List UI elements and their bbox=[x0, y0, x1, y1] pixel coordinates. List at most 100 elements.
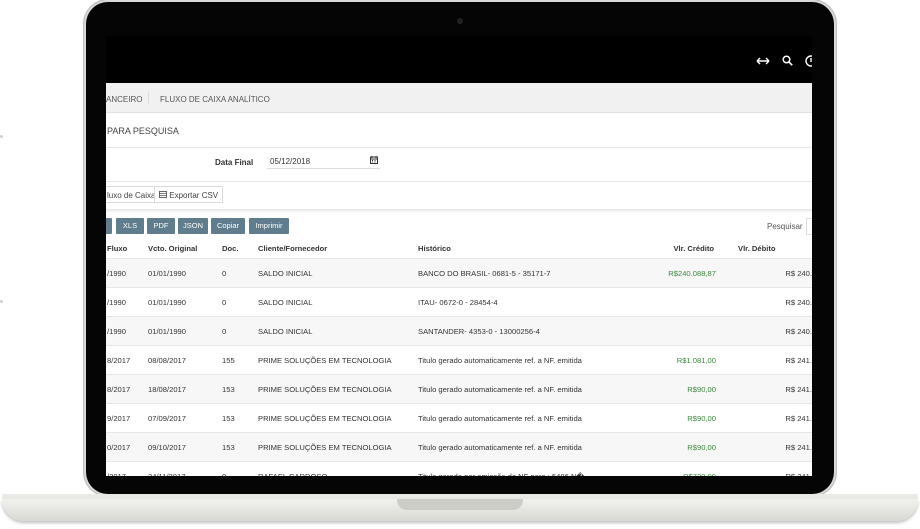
cell-cliente: PRIME SOLUÇÕES EM TECNOLOGIA bbox=[258, 403, 418, 433]
cashflow-table: Fluxo Vcto. Original Doc. Cliente/Fornec… bbox=[106, 238, 812, 476]
cell-doc: 153 bbox=[222, 403, 258, 433]
col-vlr-credito[interactable]: Vlr. Crédito bbox=[628, 238, 716, 259]
table-row[interactable]: /1990 01/01/1990 0 SALDO INICIAL BANCO DO BR… bbox=[106, 258, 812, 288]
cell-vcto: 01/01/1990 bbox=[148, 258, 222, 288]
cell-credito: R$729,00 bbox=[628, 461, 716, 476]
cell-cliente: SALDO INICIAL bbox=[258, 258, 418, 288]
cell-credito: R$90,00 bbox=[628, 432, 716, 462]
dt-button-partial[interactable] bbox=[106, 218, 112, 234]
cell-credito bbox=[628, 287, 716, 317]
breadcrumb-separator bbox=[148, 92, 149, 104]
breadcrumb-item[interactable]: ANCEIRO bbox=[106, 95, 142, 104]
panel-shadow bbox=[106, 209, 812, 213]
cell-historico: BANCO DO BRASIL- 0681-5 - 35171-7 bbox=[418, 258, 628, 288]
fluxo-caixa-button[interactable]: luxo de Caixa bbox=[106, 186, 161, 203]
divider bbox=[106, 147, 812, 148]
cell-credito: R$90,00 bbox=[628, 374, 716, 404]
cell-historico: Titulo gerado por emissão de NF para : 5… bbox=[418, 461, 628, 476]
cell-cliente: SALDO INICIAL bbox=[258, 287, 418, 317]
cell-debito bbox=[716, 287, 780, 317]
cell-debito bbox=[716, 432, 780, 462]
decor-dot bbox=[0, 135, 3, 138]
date-final-input[interactable] bbox=[267, 154, 380, 169]
col-vcto-original[interactable]: Vcto. Original bbox=[148, 238, 222, 259]
cell-credito: R$240.088,87 bbox=[628, 258, 716, 288]
export-csv-label: Exportar CSV bbox=[169, 191, 219, 200]
cell-debito bbox=[716, 316, 780, 346]
cell-historico: Titulo gerado automaticamente ref. a NF.… bbox=[418, 374, 628, 404]
copy-button[interactable]: Copiar bbox=[211, 218, 245, 234]
cell-credito: R$1.081,00 bbox=[628, 345, 716, 375]
table-row[interactable]: /1990 01/01/1990 0 SALDO INICIAL ITAU- 0672-… bbox=[106, 287, 812, 317]
cell-saldo: R$ 240. bbox=[780, 287, 812, 317]
cell-doc: 155 bbox=[222, 345, 258, 375]
cell-saldo: R$ 241. bbox=[780, 432, 812, 462]
cell-saldo: R$ 240. bbox=[780, 316, 812, 346]
cell-doc: 0 bbox=[222, 258, 258, 288]
cell-doc: 153 bbox=[222, 432, 258, 462]
col-cliente-fornecedor[interactable]: Cliente/Fornecedor bbox=[258, 238, 418, 259]
cell-debito bbox=[716, 345, 780, 375]
table-row[interactable]: 0/2017 09/10/2017 153 PRIME SOLUÇÕES EM TEC… bbox=[106, 432, 812, 462]
table-row[interactable]: 8/2017 08/08/2017 155 PRIME SOLUÇÕES EM TEC… bbox=[106, 345, 812, 375]
breadcrumb-item-current: FLUXO DE CAIXA ANALÍTICO bbox=[160, 95, 270, 104]
cell-saldo: R$ 241. bbox=[780, 374, 812, 404]
cell-doc: 0 bbox=[222, 316, 258, 346]
cell-saldo: R$ 241. bbox=[780, 345, 812, 375]
cell-saldo: R$ 241. bbox=[780, 403, 812, 433]
table-row[interactable]: 9/2017 07/09/2017 153 PRIME SOLUÇÕES EM TEC… bbox=[106, 403, 812, 433]
table-row[interactable]: /1990 01/01/1990 0 SALDO INICIAL SANTANDER- … bbox=[106, 316, 812, 346]
cell-debito bbox=[716, 374, 780, 404]
cell-cliente: SALDO INICIAL bbox=[258, 316, 418, 346]
cell-cliente: PRIME SOLUÇÕES EM TECNOLOGIA bbox=[258, 432, 418, 462]
laptop-notch bbox=[397, 499, 523, 510]
search-input[interactable] bbox=[806, 218, 812, 235]
print-button[interactable]: Imprimir bbox=[249, 218, 289, 234]
cell-historico: ITAU- 0672-0 - 28454-4 bbox=[418, 287, 628, 317]
cell-historico: Titulo gerado automaticamente ref. a NF.… bbox=[418, 432, 628, 462]
date-final-label: Data Final bbox=[215, 158, 254, 167]
cell-cliente: RAFAEL CARDOSO bbox=[258, 461, 418, 476]
table-row[interactable]: 8/2017 18/08/2017 153 PRIME SOLUÇÕES EM TEC… bbox=[106, 374, 812, 404]
laptop-camera bbox=[457, 18, 463, 24]
cell-cliente: PRIME SOLUÇÕES EM TECNOLOGIA bbox=[258, 345, 418, 375]
table-row[interactable]: /2017 24/11/2017 0 RAFAEL CARDOSO Titulo ger… bbox=[106, 461, 812, 476]
xls-button[interactable]: XLS bbox=[116, 218, 144, 234]
cell-saldo: R$ 240. bbox=[780, 258, 812, 288]
cell-doc: 153 bbox=[222, 374, 258, 404]
export-csv-button[interactable]: Exportar CSV bbox=[154, 186, 224, 203]
col-historico[interactable]: Histórico bbox=[418, 238, 628, 259]
col-vlr-debito[interactable]: Vlr. Débito bbox=[716, 238, 780, 259]
table-icon bbox=[159, 191, 169, 200]
cell-doc: 0 bbox=[222, 287, 258, 317]
cell-credito: R$90,00 bbox=[628, 403, 716, 433]
expand-arrows-icon[interactable] bbox=[756, 55, 770, 68]
cell-doc: 0 bbox=[222, 461, 258, 476]
help-icon[interactable] bbox=[805, 55, 812, 69]
cell-debito bbox=[716, 461, 780, 476]
top-navbar bbox=[106, 36, 812, 83]
cell-fluxo: 8/2017 bbox=[106, 345, 148, 375]
col-doc[interactable]: Doc. bbox=[222, 238, 258, 259]
cell-cliente: PRIME SOLUÇÕES EM TECNOLOGIA bbox=[258, 374, 418, 404]
cell-fluxo: /1990 bbox=[106, 258, 148, 288]
cell-vcto: 08/08/2017 bbox=[148, 345, 222, 375]
cell-fluxo: 0/2017 bbox=[106, 432, 148, 462]
cell-historico: Titulo gerado automaticamente ref. a NF.… bbox=[418, 403, 628, 433]
app-screen: ANCEIRO FLUXO DE CAIXA ANALÍTICO PARA PE… bbox=[106, 36, 812, 476]
cell-vcto: 24/11/2017 bbox=[148, 461, 222, 476]
cell-historico: Titulo gerado automaticamente ref. a NF.… bbox=[418, 345, 628, 375]
search-icon[interactable] bbox=[782, 55, 793, 68]
calendar-icon[interactable] bbox=[370, 156, 378, 166]
cell-fluxo: /1990 bbox=[106, 316, 148, 346]
col-saldo[interactable] bbox=[780, 238, 812, 259]
cell-vcto: 01/01/1990 bbox=[148, 287, 222, 317]
decor-dot bbox=[0, 300, 3, 303]
divider bbox=[106, 181, 812, 182]
search-label: Pesquisar bbox=[767, 222, 803, 231]
pdf-button[interactable]: PDF bbox=[147, 218, 175, 234]
col-fluxo[interactable]: Fluxo bbox=[106, 238, 148, 259]
json-button[interactable]: JSON bbox=[178, 218, 208, 234]
panel-title: PARA PESQUISA bbox=[107, 126, 179, 136]
table-header-row: Fluxo Vcto. Original Doc. Cliente/Fornec… bbox=[106, 238, 812, 259]
